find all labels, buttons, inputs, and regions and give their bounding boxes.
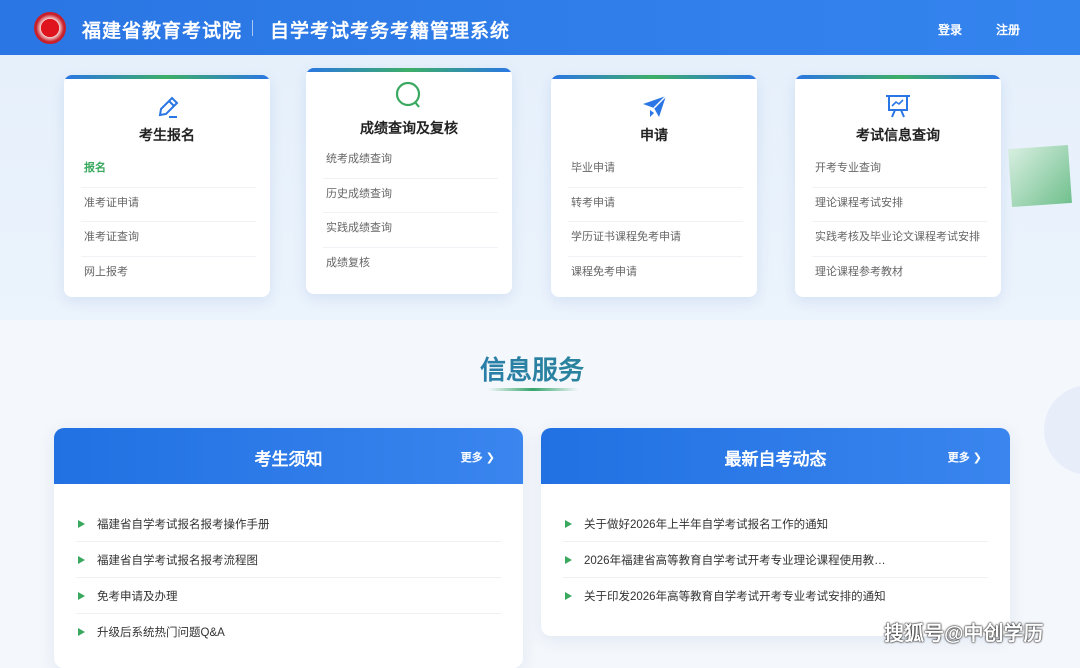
panel-title: 最新自考动态 <box>724 450 827 469</box>
panel-latest-news: 最新自考动态 更多 ❯ 关于做好2026年上半年自学考试报名工作的通知 2026… <box>541 428 1010 636</box>
card-link[interactable]: 开考专业查询 <box>812 153 987 188</box>
more-link[interactable]: 更多 ❯ <box>948 449 982 465</box>
triangle-bullet-icon <box>565 555 572 564</box>
divider <box>252 20 253 36</box>
card-link[interactable]: 学历证书课程免考申请 <box>568 222 743 257</box>
triangle-bullet-icon <box>78 628 85 636</box>
card-link[interactable]: 理论课程参考教材 <box>812 257 987 292</box>
card-title: 考生报名 <box>139 127 195 143</box>
panel-header: 考生须知 更多 ❯ <box>54 428 523 484</box>
register-link[interactable]: 注册 <box>996 21 1020 38</box>
search-icon <box>306 80 512 110</box>
triangle-bullet-icon <box>78 519 85 528</box>
card-link[interactable]: 历史成绩查询 <box>323 179 498 213</box>
paper-plane-icon <box>551 91 757 121</box>
list-item[interactable]: 关于做好2026年上半年自学考试报名工作的通知 <box>563 506 988 542</box>
card-link[interactable]: 实践考核及毕业论文课程考试安排 <box>812 222 987 257</box>
card-link[interactable]: 成绩复核 <box>323 248 498 283</box>
card-registration: 考生报名 报名 准考证申请 准考证查询 网上报考 <box>64 75 270 297</box>
list-item[interactable]: 福建省自学考试报名报考流程图 <box>76 542 501 578</box>
more-label: 更多 <box>460 452 483 464</box>
logo-emblem <box>34 12 66 44</box>
list-item-text: 福建省自学考试报名报考操作手册 <box>97 518 270 531</box>
card-scores: 成绩查询及复核 统考成绩查询 历史成绩查询 实践成绩查询 成绩复核 <box>306 68 512 294</box>
more-link[interactable]: 更多 ❯ <box>461 449 495 465</box>
top-header: 福建省教育考试院 自学考试考务考籍管理系统 登录 注册 <box>0 0 1080 55</box>
org-name: 福建省教育考试院 <box>82 21 243 42</box>
list-item-text: 免考申请及办理 <box>97 590 178 603</box>
system-name: 自学考试考务考籍管理系统 <box>270 21 511 42</box>
more-label: 更多 <box>947 452 970 464</box>
list-item[interactable]: 福建省自学考试报名报考操作手册 <box>76 506 501 542</box>
list-item-text: 升级后系统热门问题Q&A <box>97 627 225 639</box>
card-link[interactable]: 报名 <box>81 153 256 188</box>
list-item[interactable]: 升级后系统热门问题Q&A <box>76 614 501 650</box>
card-link[interactable]: 毕业申请 <box>568 153 743 188</box>
card-application: 申请 毕业申请 转考申请 学历证书课程免考申请 课程免考申请 <box>551 75 757 297</box>
decorative-shape <box>1008 144 1072 208</box>
triangle-bullet-icon <box>78 591 85 600</box>
section-title: 信息服务 <box>0 350 1064 387</box>
card-link[interactable]: 转考申请 <box>568 188 743 222</box>
presentation-chart-icon <box>795 91 1001 121</box>
triangle-bullet-icon <box>565 592 572 600</box>
list-item-text: 关于印发2026年高等教育自学考试开考专业考试安排的通知 <box>584 591 886 603</box>
decorative-circle <box>1044 385 1080 475</box>
section-underline <box>488 388 578 391</box>
panel-candidate-notice: 考生须知 更多 ❯ 福建省自学考试报名报考操作手册 福建省自学考试报名报考流程图… <box>54 428 523 668</box>
card-exam-info: 考试信息查询 开考专业查询 理论课程考试安排 实践考核及毕业论文课程考试安排 理… <box>795 75 1001 297</box>
card-link[interactable]: 准考证申请 <box>81 188 256 222</box>
list-item-text: 关于做好2026年上半年自学考试报名工作的通知 <box>584 518 829 531</box>
panel-title: 考生须知 <box>254 450 323 469</box>
card-title: 考试信息查询 <box>856 127 940 143</box>
card-link[interactable]: 课程免考申请 <box>568 257 743 292</box>
card-link[interactable]: 网上报考 <box>81 257 256 292</box>
chevron-right-icon: ❯ <box>485 452 495 464</box>
card-link[interactable]: 理论课程考试安排 <box>812 188 987 222</box>
list-item[interactable]: 免考申请及办理 <box>76 578 501 614</box>
card-link[interactable]: 准考证查询 <box>81 222 256 257</box>
list-item-text: 2026年福建省高等教育自学考试开考专业理论课程使用教… <box>584 554 886 567</box>
card-link[interactable]: 统考成绩查询 <box>323 144 498 179</box>
triangle-bullet-icon <box>78 555 85 564</box>
card-link[interactable]: 实践成绩查询 <box>323 213 498 248</box>
watermark: 搜狐号@中创学历 <box>884 623 1044 645</box>
chevron-right-icon: ❯ <box>972 452 982 464</box>
pencil-icon <box>64 91 270 121</box>
list-item[interactable]: 2026年福建省高等教育自学考试开考专业理论课程使用教… <box>563 542 988 578</box>
card-title: 申请 <box>640 127 668 143</box>
login-link[interactable]: 登录 <box>938 21 962 38</box>
panel-header: 最新自考动态 更多 ❯ <box>541 428 1010 484</box>
list-item[interactable]: 关于印发2026年高等教育自学考试开考专业考试安排的通知 <box>563 578 988 614</box>
card-title: 成绩查询及复核 <box>360 120 458 136</box>
list-item-text: 福建省自学考试报名报考流程图 <box>97 554 258 567</box>
triangle-bullet-icon <box>565 519 572 528</box>
